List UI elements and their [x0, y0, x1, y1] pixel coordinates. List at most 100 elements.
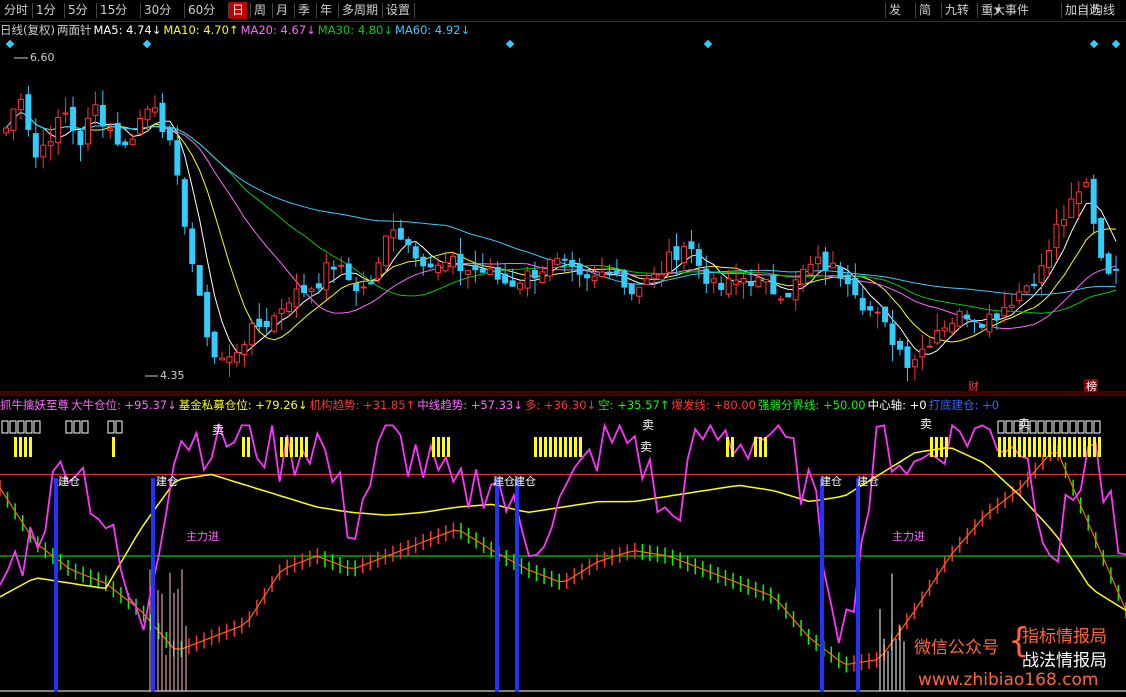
- event-marker-bang: 榜: [1086, 379, 1097, 393]
- sell-zone-box: [9, 420, 17, 434]
- event-marker-cai: 财: [968, 379, 979, 393]
- candle-body: [435, 264, 442, 273]
- sell-zone-bar: [442, 437, 445, 457]
- candle-body: [934, 330, 941, 344]
- candle-body: [777, 298, 784, 301]
- candle-body: [159, 102, 166, 132]
- candle-body: [226, 356, 233, 363]
- candle-body: [84, 117, 91, 145]
- sell-zone-box: [33, 420, 41, 434]
- candle-body: [62, 112, 69, 115]
- sell-zone-box: [1061, 420, 1069, 434]
- candle-body: [137, 117, 144, 135]
- candle-body: [315, 283, 322, 289]
- candle-body: [770, 274, 777, 295]
- candle-body: [695, 249, 702, 266]
- candle-body: [375, 262, 382, 280]
- candle-body: [852, 277, 859, 296]
- sell-zone-bar: [1083, 437, 1086, 457]
- candle-body: [733, 279, 740, 285]
- sell-zone-bar: [1078, 437, 1081, 457]
- sell-zone-bar: [579, 437, 582, 457]
- sell-zone-bar: [305, 437, 308, 457]
- ma-line-ma30: [5, 111, 1117, 314]
- sell-zone-bar: [242, 437, 245, 457]
- candle-body: [1068, 198, 1075, 218]
- sell-zone-bar: [940, 437, 943, 457]
- candle-body: [666, 251, 673, 273]
- candle-body: [643, 278, 650, 286]
- sell-zone-bar: [14, 437, 17, 457]
- sell-zone-box: [1085, 420, 1093, 434]
- sell-zone-bar: [300, 437, 303, 457]
- build-position-bar: [856, 478, 860, 692]
- sell-zone-bar: [930, 437, 933, 457]
- sell-zone-bar: [1073, 437, 1076, 457]
- sell-zone-bar: [998, 437, 1001, 457]
- sell-zone-box: [1037, 420, 1045, 434]
- sell-zone-bar: [1058, 437, 1061, 457]
- candle-body: [926, 345, 933, 348]
- candle-body: [1090, 178, 1097, 224]
- sell-zone-bar: [1038, 437, 1041, 457]
- sell-zone-bar: [945, 437, 948, 457]
- main-force-in-label: 主力进: [892, 530, 925, 543]
- sell-zone-box: [1005, 420, 1013, 434]
- ma-line-ma5: [5, 111, 1117, 355]
- candle-body: [263, 320, 270, 328]
- sell-zone-box: [1029, 420, 1037, 434]
- candle-body: [755, 277, 762, 288]
- candle-body: [25, 94, 32, 130]
- candle-body: [524, 270, 531, 289]
- build-position-bar: [515, 478, 519, 692]
- sell-zone-bar: [29, 437, 32, 457]
- sell-zone-box: [1053, 420, 1061, 434]
- watermark-wechat: 微信公众号: [914, 638, 999, 658]
- sell-zone-box: [115, 420, 123, 434]
- candle-body: [531, 270, 538, 279]
- candle-body: [584, 274, 591, 279]
- candle-body: [1031, 283, 1038, 287]
- candle-body: [986, 313, 993, 333]
- candle-body: [442, 261, 449, 272]
- ma-line-ma20: [5, 111, 1117, 330]
- candle-body: [807, 263, 814, 275]
- candle-body: [286, 302, 293, 312]
- sell-zone-box: [1069, 420, 1077, 434]
- candle-body: [576, 263, 583, 275]
- candle-body: [368, 282, 375, 285]
- watermark-site: www.zhibiao168.com: [918, 670, 1099, 690]
- sell-zone-box: [25, 420, 33, 434]
- sell-zone-bar: [1013, 437, 1016, 457]
- main-force-in-label: 主力进: [186, 530, 219, 543]
- build-position-bar: [151, 478, 155, 692]
- candle-body: [829, 262, 836, 269]
- candle-body: [70, 106, 77, 131]
- candle-body: [47, 141, 54, 147]
- candle-body: [17, 98, 24, 111]
- candle-body: [487, 268, 494, 275]
- candle-body: [621, 270, 628, 288]
- ma-line-ma10: [5, 111, 1117, 343]
- candle-body: [651, 273, 658, 280]
- candle-body: [897, 340, 903, 350]
- stock-chart: 6.604.35财 榜建仓 建仓 建仓 建仓 建仓 建仓卖 卖卖卖 卖主力进 主力进: [0, 39, 1126, 692]
- sell-zone-bar: [1043, 437, 1046, 457]
- candle-body: [152, 107, 158, 113]
- sell-zone-bar: [534, 437, 537, 457]
- candle-body: [390, 229, 397, 239]
- candle-body: [844, 274, 851, 285]
- candle-body: [1075, 191, 1082, 205]
- sell-zone-box: [65, 420, 73, 434]
- candle-body: [591, 275, 598, 282]
- build-position-label: 建仓: [58, 474, 80, 488]
- sell-signal-label: 卖: [640, 440, 652, 454]
- candle-body: [680, 245, 687, 264]
- sell-zone-bar: [1023, 437, 1026, 457]
- signal-marker-diamond: [505, 39, 515, 49]
- candle-body: [293, 288, 300, 308]
- sell-signal-label: 卖: [212, 423, 224, 437]
- candle-body: [658, 273, 665, 281]
- candle-body: [964, 314, 971, 320]
- sell-zone-bar: [559, 437, 562, 457]
